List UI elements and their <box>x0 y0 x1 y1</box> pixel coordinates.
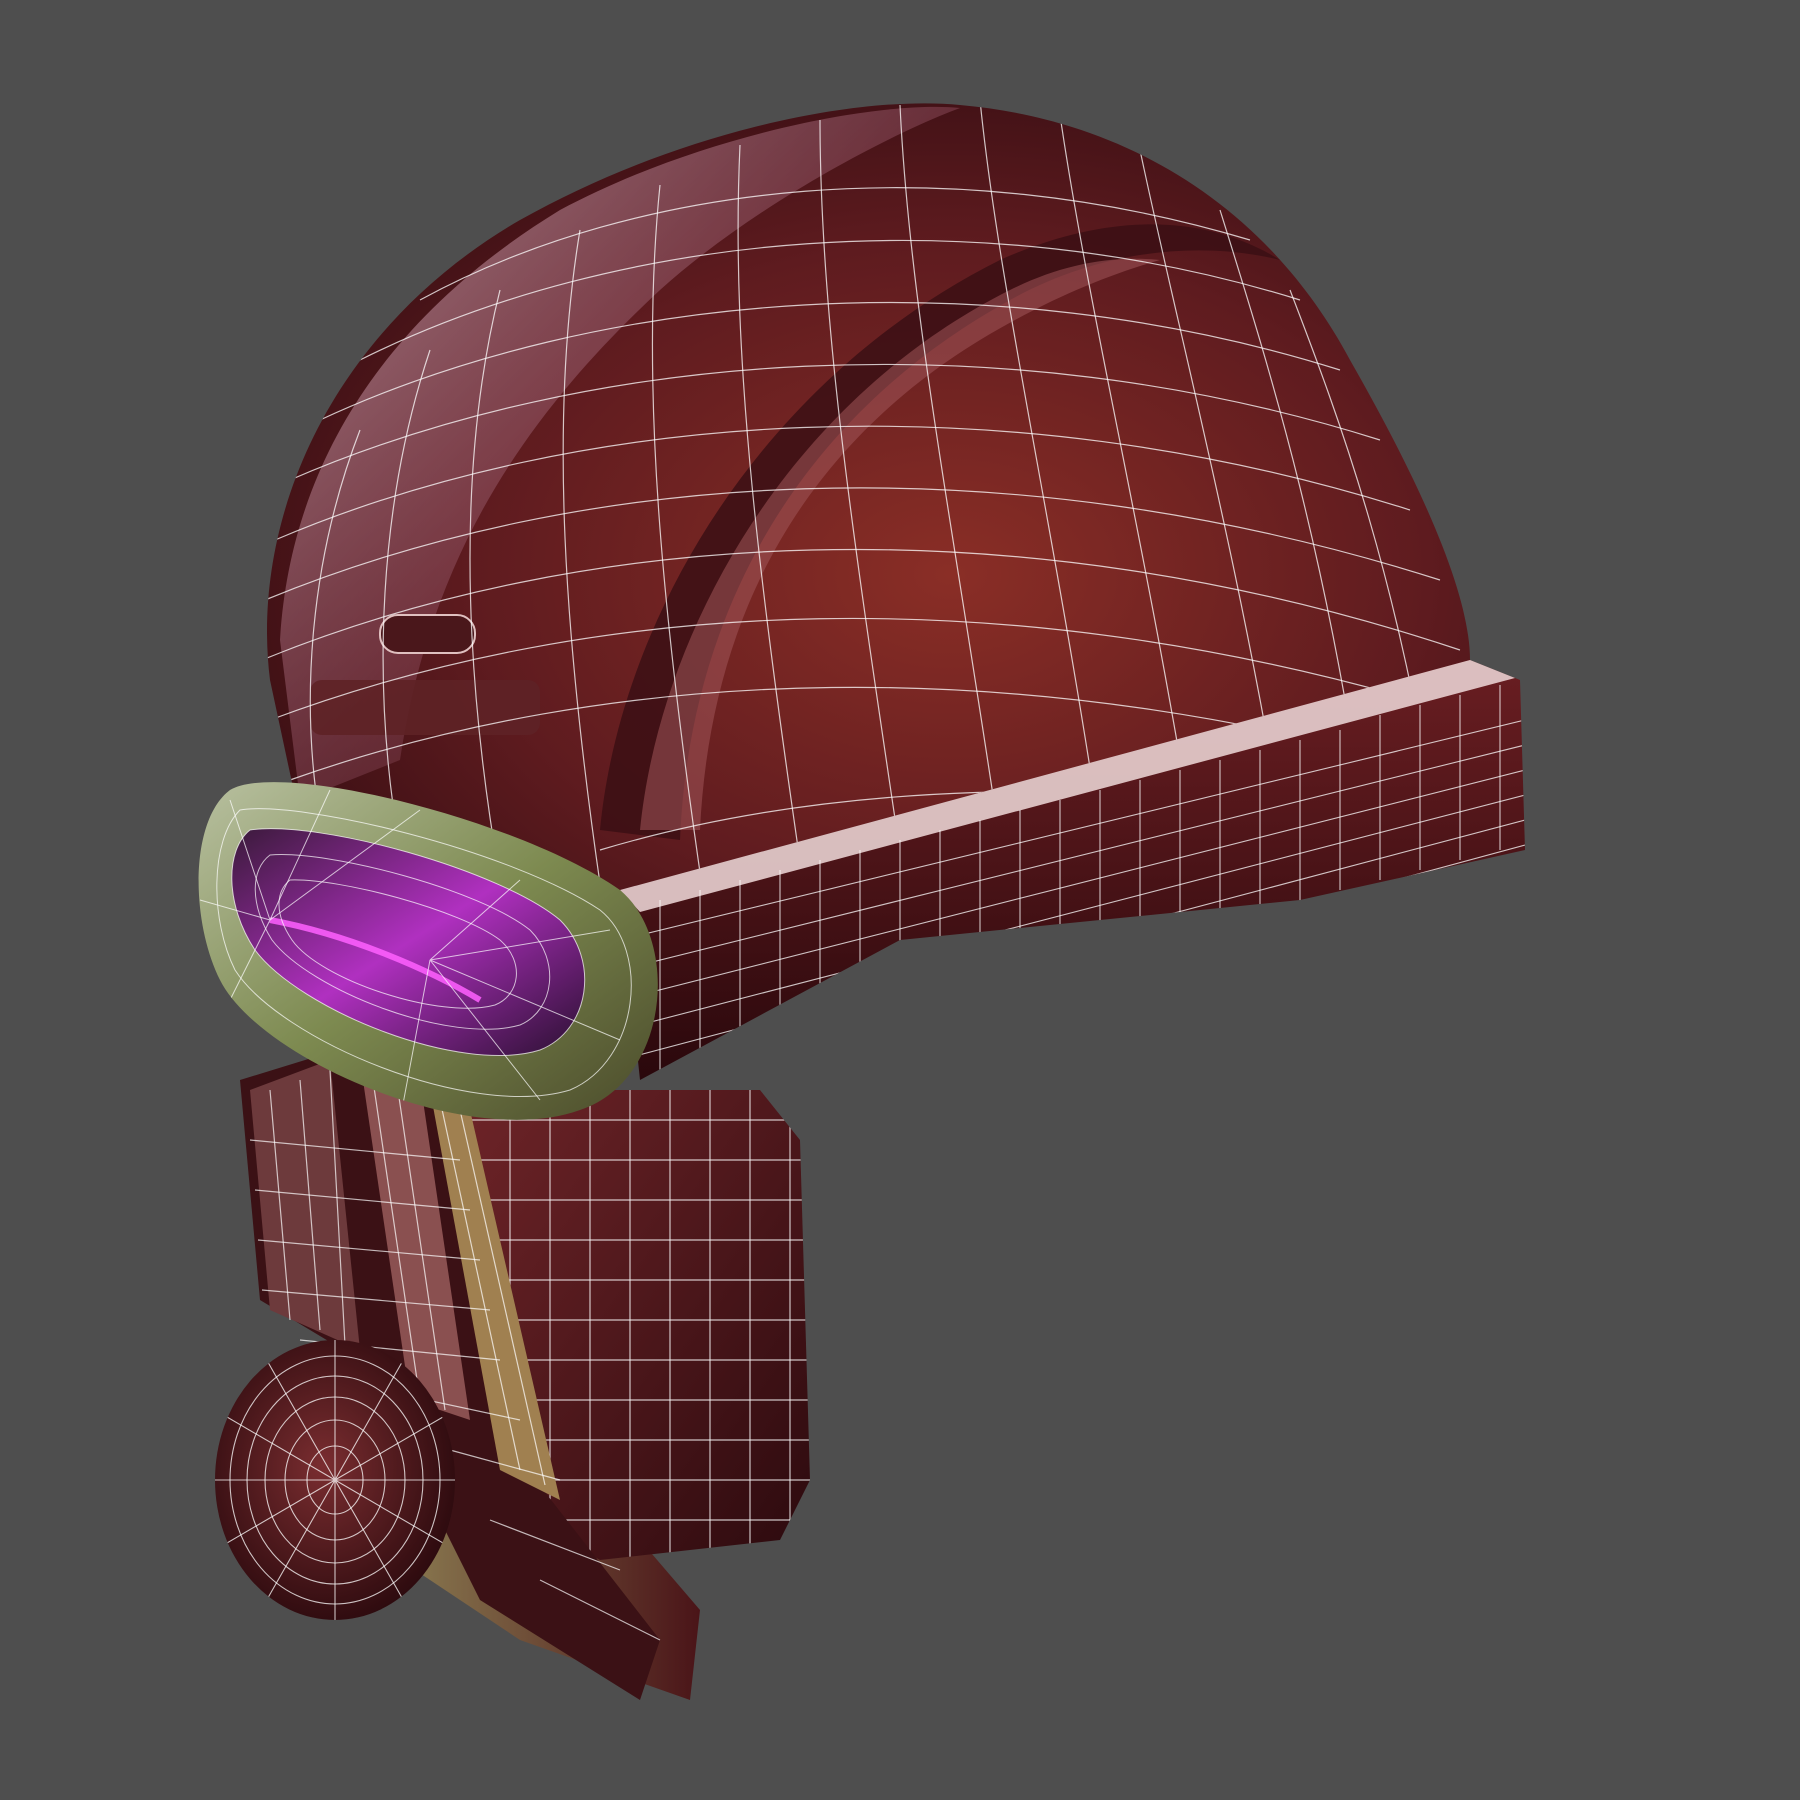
3d-viewport[interactable] <box>0 0 1800 1800</box>
helmet-render <box>198 103 1525 1700</box>
breather-disc <box>215 1340 455 1620</box>
vent-slot <box>379 614 476 654</box>
